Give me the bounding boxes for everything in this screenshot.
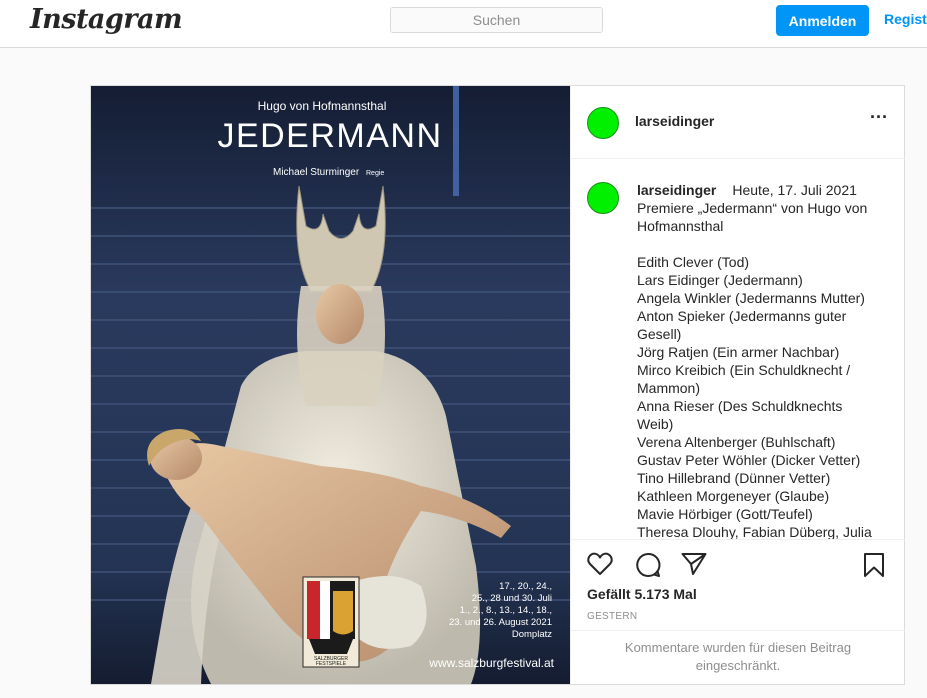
- cast-line: Anna Rieser (Des Schuldknechts Weib): [637, 398, 843, 432]
- svg-text:FESTSPIELE: FESTSPIELE: [316, 661, 347, 667]
- poster-venue: Domplatz: [512, 629, 552, 640]
- instagram-logo[interactable]: Instagram: [30, 4, 183, 35]
- cast-line: Theresa Dlouhy, Fabian Düberg, Julia: [637, 524, 872, 539]
- poster-date-line: 25., 28 und 30. Juli: [472, 593, 552, 604]
- more-horizontal-icon[interactable]: ···: [870, 108, 888, 126]
- poster-website: www.salzburgfestival.at: [428, 656, 554, 670]
- post-actions: Gefällt 5.173 Mal GESTERN: [571, 539, 905, 631]
- likes-count[interactable]: Gefällt 5.173 Mal: [587, 586, 697, 602]
- comment-icon[interactable]: [635, 552, 661, 578]
- cast-line: Edith Clever (Tod): [637, 254, 750, 270]
- cast-line: Lars Eidinger (Jedermann): [637, 272, 803, 288]
- caption-date: Heute, 17. Juli 2021: [732, 182, 857, 198]
- cast-line: Gustav Peter Wöhler (Dicker Vetter): [637, 452, 861, 468]
- heart-icon[interactable]: [587, 552, 613, 576]
- caption-username[interactable]: larseidinger: [637, 182, 716, 198]
- post-sidebar: larseidinger ··· larseidinger Heute, 17. …: [570, 86, 905, 684]
- top-navigation-bar: Instagram Anmelden Registrieren: [0, 0, 927, 48]
- post-caption: larseidinger Heute, 17. Juli 2021 Premier…: [637, 181, 877, 539]
- salzburger-festspiele-logo: SALZBURGER FESTSPIELE: [302, 576, 360, 668]
- poster-date-line: 1., 2., 8., 13., 14., 18.,: [460, 605, 552, 616]
- login-button[interactable]: Anmelden: [776, 5, 869, 36]
- poster-date-line: 17., 20., 24.,: [499, 581, 552, 592]
- poster-director-role: Regie: [366, 170, 384, 177]
- avatar[interactable]: [587, 107, 619, 139]
- post-timestamp[interactable]: GESTERN: [587, 611, 637, 622]
- post-image[interactable]: Hugo von Hofmannsthal JEDERMANN Michael …: [91, 86, 570, 684]
- jedermann-poster: Hugo von Hofmannsthal JEDERMANN Michael …: [91, 86, 570, 684]
- comments-restricted-notice: Kommentare wurden für diesen Beitrag ein…: [571, 630, 905, 684]
- poster-title: JEDERMANN: [217, 117, 442, 155]
- cast-line: Kathleen Morgeneyer (Glaube): [637, 488, 830, 504]
- cast-line: Anton Spieker (Jedermanns guter Gesell): [637, 308, 847, 342]
- caption-intro: Premiere „Jedermann“ von Hugo von Hofman…: [637, 200, 868, 234]
- cast-line: Jörg Ratjen (Ein armer Nachbar): [637, 344, 840, 360]
- bookmark-icon[interactable]: [863, 552, 885, 578]
- cast-line: Mirco Kreibich (Ein Schuldknecht / Mammo…: [637, 362, 851, 396]
- post-header: larseidinger ···: [571, 86, 905, 159]
- poster-director: Michael Sturminger: [273, 167, 360, 178]
- share-icon[interactable]: [681, 552, 707, 576]
- poster-date-line: 23. und 26. August 2021: [449, 617, 552, 628]
- poster-author: Hugo von Hofmannsthal: [258, 99, 387, 113]
- search-input[interactable]: [390, 7, 603, 33]
- register-link[interactable]: Registrieren: [884, 11, 927, 27]
- cast-line: Mavie Hörbiger (Gott/Teufel): [637, 506, 813, 522]
- post-username[interactable]: larseidinger: [635, 113, 714, 129]
- caption-scroll-area[interactable]: larseidinger Heute, 17. Juli 2021 Premier…: [571, 159, 905, 539]
- cast-line: Angela Winkler (Jedermanns Mutter): [637, 290, 865, 306]
- cast-line: Verena Altenberger (Buhlschaft): [637, 434, 836, 450]
- post-card: Hugo von Hofmannsthal JEDERMANN Michael …: [90, 85, 905, 685]
- cast-line: Tino Hillebrand (Dünner Vetter): [637, 470, 831, 486]
- caption-avatar[interactable]: [587, 182, 619, 214]
